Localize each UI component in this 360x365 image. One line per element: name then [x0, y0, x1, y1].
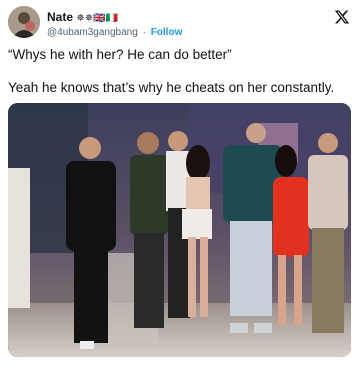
tweet-text-line-1: “Whys he with her? He can do better” — [8, 47, 232, 62]
name-emoji: ✵✵🇬🇧🇮🇹 — [76, 13, 119, 24]
display-name-text: Nate — [47, 10, 74, 24]
x-logo-icon[interactable] — [334, 9, 350, 25]
tweet-text-line-2: Yeah he knows that’s why he cheats on he… — [8, 80, 335, 95]
follow-button[interactable]: Follow — [151, 27, 183, 38]
avatar[interactable] — [8, 6, 40, 38]
separator-dot: · — [142, 27, 146, 38]
tweet-card: Nate ✵✵🇬🇧🇮🇹 @4ubam3gangbang · Follow “Wh… — [0, 0, 360, 365]
handle[interactable]: @4ubam3gangbang — [47, 27, 138, 38]
photo-illustration — [8, 103, 351, 357]
tweet-photo[interactable] — [8, 103, 351, 357]
display-name[interactable]: Nate ✵✵🇬🇧🇮🇹 — [47, 10, 118, 24]
handle-row: @4ubam3gangbang · Follow — [47, 27, 182, 38]
tweet-header: Nate ✵✵🇬🇧🇮🇹 @4ubam3gangbang · Follow — [8, 6, 352, 40]
